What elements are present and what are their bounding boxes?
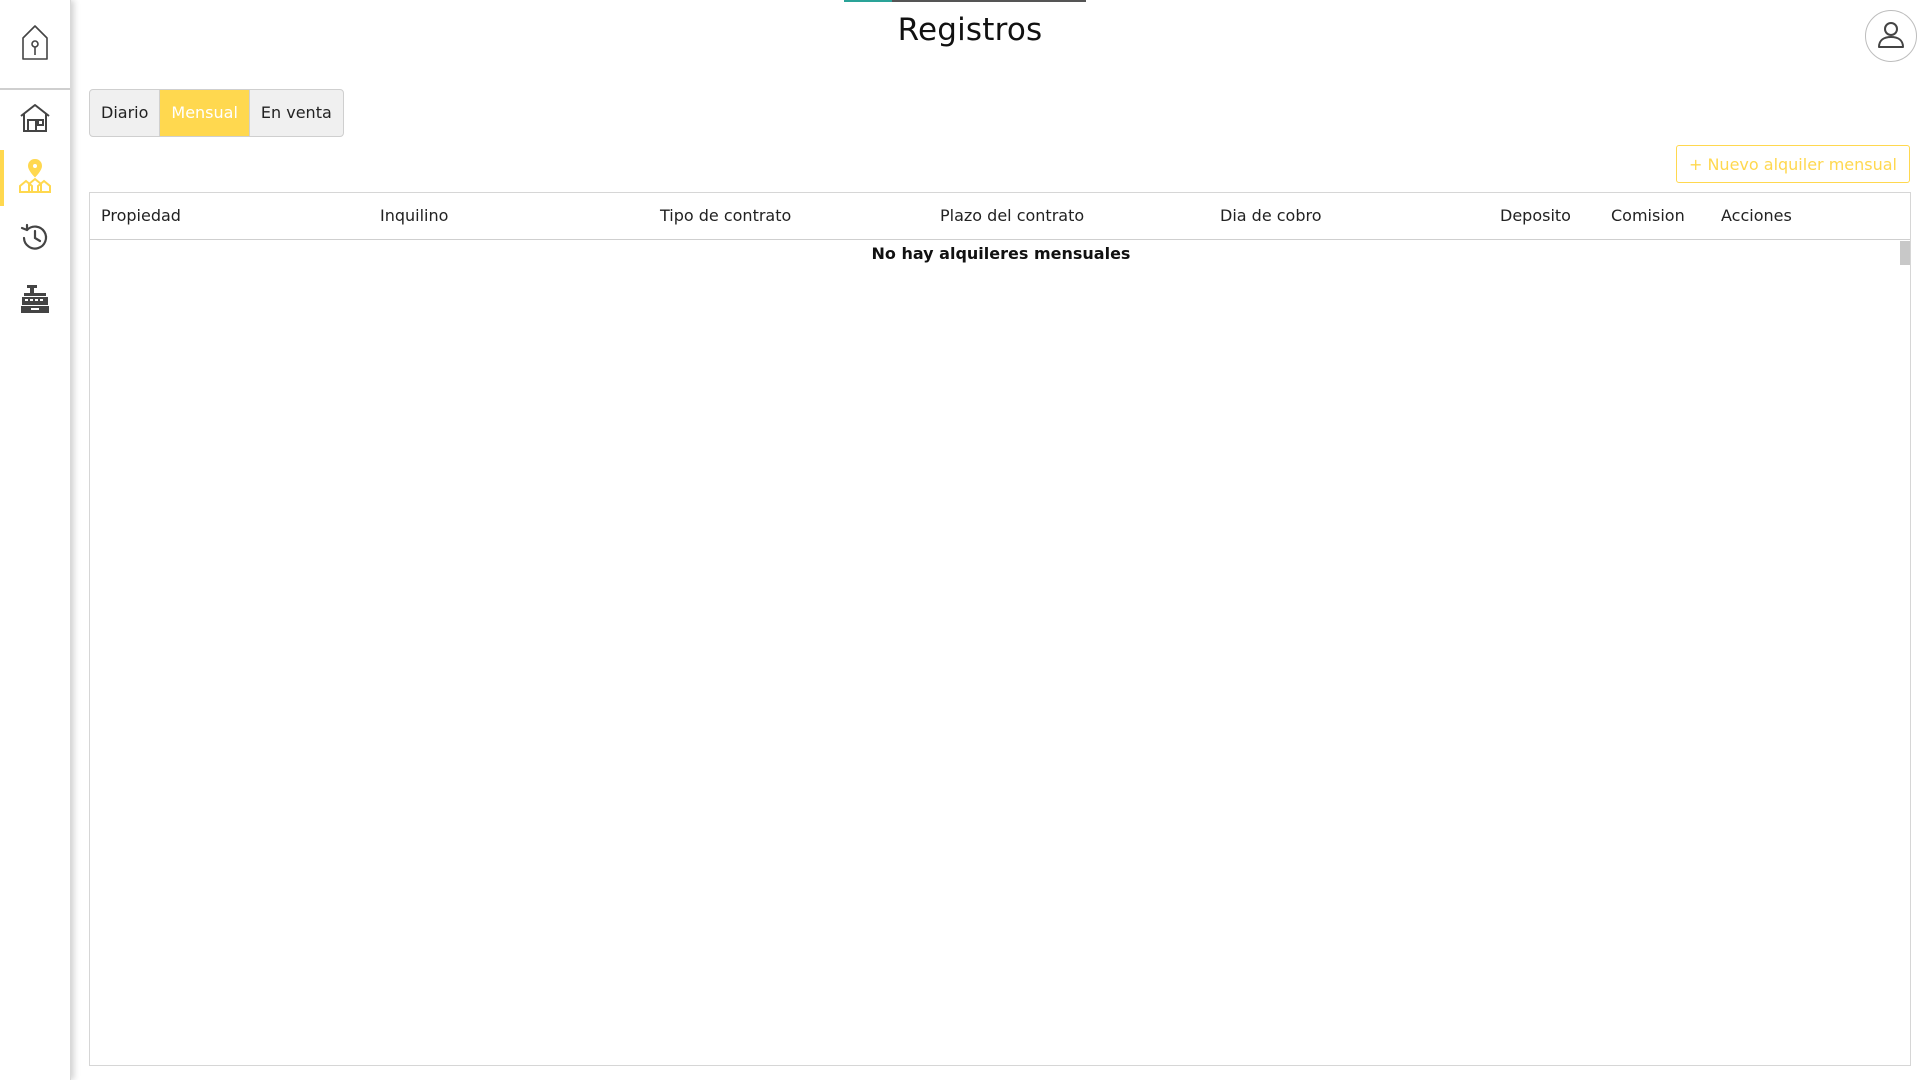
history-icon <box>19 222 51 258</box>
column-header-inquilino[interactable]: Inquilino <box>380 193 448 239</box>
top-progress-segment <box>844 0 892 2</box>
column-header-deposito[interactable]: Deposito <box>1500 193 1571 239</box>
house-icon <box>18 101 52 139</box>
tab-mensual[interactable]: Mensual <box>160 90 250 136</box>
table-scrollbar[interactable] <box>1900 241 1910 265</box>
column-header-dia-cobro[interactable]: Dia de cobro <box>1220 193 1322 239</box>
column-header-tipo-contrato[interactable]: Tipo de contrato <box>660 193 791 239</box>
column-header-comision[interactable]: Comision <box>1611 193 1685 239</box>
tab-en-venta[interactable]: En venta <box>250 90 343 136</box>
tab-diario[interactable]: Diario <box>90 90 161 136</box>
cash-register-icon <box>19 283 51 319</box>
new-monthly-rental-button[interactable]: + Nuevo alquiler mensual <box>1675 145 1910 183</box>
sidebar-item-rentals[interactable] <box>0 150 70 206</box>
app-root: Registros Diario Mensual En venta + Nuev… <box>0 0 1920 1080</box>
table-empty-message: No hay alquileres mensuales <box>871 244 1131 263</box>
table-header: Propiedad Inquilino Tipo de contrato Pla… <box>90 193 1910 240</box>
location-properties-icon <box>18 158 52 198</box>
sidebar-item-register[interactable] <box>0 273 70 329</box>
sidebar-item-history[interactable] <box>0 212 70 268</box>
page-title: Registros <box>897 12 1043 48</box>
column-header-acciones: Acciones <box>1721 206 1792 225</box>
user-icon <box>1875 18 1907 54</box>
sidebar <box>0 0 71 1080</box>
rentals-table: Propiedad Inquilino Tipo de contrato Pla… <box>89 192 1911 1066</box>
rental-type-tabs: Diario Mensual En venta <box>89 89 344 137</box>
column-header-plazo-contrato[interactable]: Plazo del contrato <box>940 193 1084 239</box>
user-avatar-button[interactable] <box>1865 10 1917 62</box>
sidebar-item-home[interactable] <box>0 92 70 148</box>
column-header-propiedad[interactable]: Propiedad <box>101 193 181 239</box>
top-progress-line <box>844 0 1086 2</box>
